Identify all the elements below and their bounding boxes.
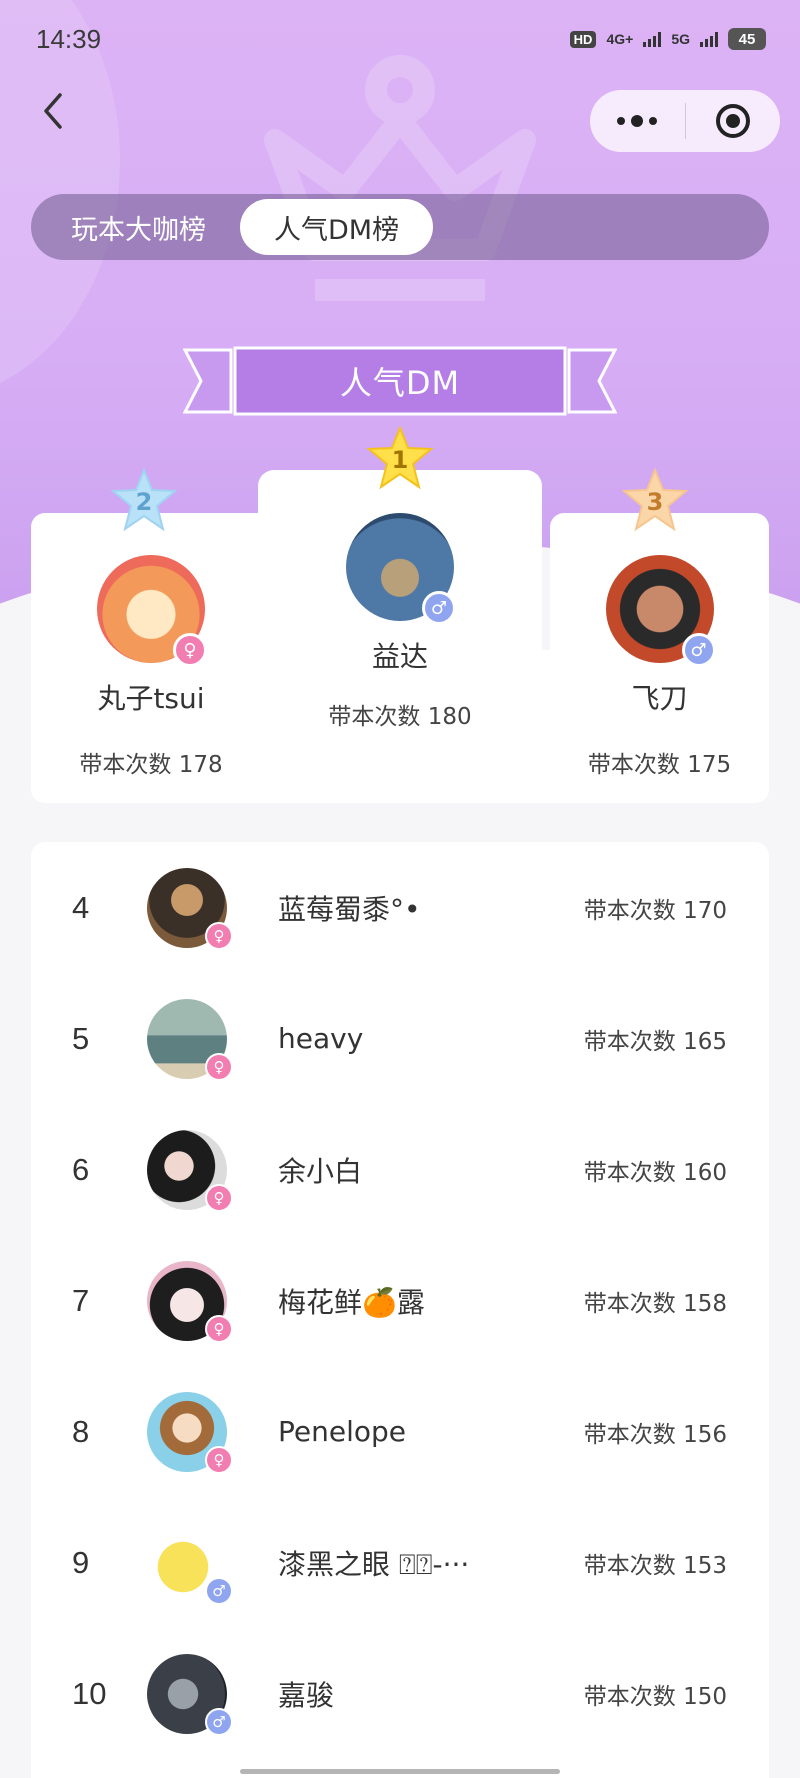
podium-name: 丸子tsui [97, 682, 205, 715]
rank-number: 10 [72, 1675, 107, 1711]
podium-count: 带本次数 178 [79, 752, 223, 778]
home-indicator[interactable] [240, 1769, 560, 1774]
rank-3-star-icon: 3 [621, 468, 689, 532]
rank-number: 8 [72, 1413, 90, 1449]
avatar[interactable]: ♂ [346, 513, 456, 625]
tab-player-ranking[interactable]: 玩本大咖榜 [37, 199, 240, 255]
dm-name: 嘉骏 [278, 1678, 335, 1712]
list-item[interactable]: 5 ♀ heavy 带本次数 165 [31, 973, 769, 1104]
podium-entry-rank-3: ♂ 飞刀 带本次数 175 [550, 555, 769, 779]
podium-count: 带本次数 180 [328, 704, 472, 730]
close-miniprogram-button[interactable] [686, 90, 781, 152]
male-gender-icon: ♂ [205, 1576, 233, 1605]
list-item[interactable]: 7 ♀ 梅花鲜🍊露 带本次数 158 [31, 1235, 769, 1366]
more-dots-icon [617, 115, 658, 127]
session-count: 带本次数 158 [583, 1290, 727, 1317]
ribbon-title: 人气DM [339, 364, 461, 402]
status-bar: 14:39 HD 4G+ 5G 45 [0, 0, 800, 78]
ranking-list: 4 ♀ 蓝莓蜀黍°• 带本次数 170 5 ♀ heavy 带本次数 165 6… [31, 842, 769, 1778]
rank-number: 4 [72, 889, 90, 925]
list-item[interactable]: 8 ♀ Penelope 带本次数 156 [31, 1366, 769, 1497]
female-gender-icon: ♀ [205, 1445, 233, 1474]
avatar[interactable]: ♂ [147, 1522, 233, 1605]
dm-name: 漆黑之眼 ⍰⍰-··· [278, 1547, 470, 1581]
dm-name: 余小白 [278, 1154, 363, 1188]
avatar[interactable]: ♀ [147, 998, 233, 1081]
dm-name: Penelope [278, 1415, 406, 1448]
back-button[interactable] [30, 88, 76, 134]
avatar[interactable]: ♂ [147, 1653, 233, 1736]
male-gender-icon: ♂ [681, 633, 716, 667]
podium-count: 带本次数 175 [587, 752, 732, 778]
avatar[interactable]: ♀ [97, 555, 207, 667]
chevron-left-icon [44, 93, 62, 129]
battery-icon: 45 [728, 28, 766, 50]
list-item[interactable]: 10 ♂ 嘉骏 带本次数 150 [31, 1628, 769, 1759]
status-time: 14:39 [36, 23, 102, 54]
podium-entry-rank-1: ♂ 益达 带本次数 180 [258, 513, 542, 731]
list-item[interactable]: 4 ♀ 蓝莓蜀黍°• 带本次数 170 [31, 842, 769, 973]
dm-name: 蓝莓蜀黍°• [278, 892, 421, 926]
rank-1-number: 1 [392, 446, 409, 474]
session-count: 带本次数 150 [583, 1683, 727, 1710]
podium-entry-rank-2: ♀ 丸子tsui 带本次数 178 [31, 555, 271, 779]
leaderboard-tabs: 玩本大咖榜 人气DM榜 [31, 194, 769, 260]
avatar[interactable]: ♀ [147, 867, 233, 950]
rank-number: 9 [72, 1544, 90, 1580]
avatar[interactable]: ♂ [605, 555, 716, 667]
male-gender-icon: ♂ [422, 591, 456, 625]
miniprogram-capsule [590, 90, 780, 152]
female-gender-icon: ♀ [205, 1052, 233, 1081]
dm-name: 梅花鲜🍊露 [278, 1285, 425, 1319]
female-gender-icon: ♀ [205, 1183, 233, 1212]
avatar[interactable]: ♀ [147, 1391, 233, 1474]
rank-2-star-icon: 2 [110, 468, 178, 532]
female-gender-icon: ♀ [205, 1314, 233, 1343]
rank-1-star-icon: 1 [366, 426, 434, 490]
session-count: 带本次数 165 [583, 1028, 727, 1055]
session-count: 带本次数 170 [583, 897, 727, 924]
signal-bars-icon [643, 31, 662, 47]
podium-name: 益达 [371, 640, 428, 673]
target-close-icon [715, 104, 750, 138]
female-gender-icon: ♀ [173, 633, 207, 667]
session-count: 带本次数 160 [583, 1159, 727, 1186]
rank-3-number: 3 [647, 488, 664, 516]
tab-popular-dm[interactable]: 人气DM榜 [240, 199, 434, 255]
signal-bars-icon [700, 31, 718, 47]
session-count: 带本次数 153 [583, 1552, 727, 1579]
avatar[interactable]: ♀ [147, 1129, 233, 1212]
rank-number: 5 [72, 1020, 90, 1056]
more-button[interactable] [590, 90, 685, 152]
ribbon-banner: 人气DM [182, 346, 618, 416]
list-item[interactable]: 6 ♀ 余小白 带本次数 160 [31, 1104, 769, 1235]
status-icons: HD 4G+ 5G 45 [569, 28, 766, 50]
list-item[interactable]: 9 ♂ 漆黑之眼 ⍰⍰-··· 带本次数 153 [31, 1497, 769, 1628]
crown-watermark-icon [264, 55, 536, 301]
rank-2-number: 2 [136, 488, 153, 516]
session-count: 带本次数 156 [583, 1421, 727, 1448]
network-4g-label: 4G+ [606, 31, 634, 47]
male-gender-icon: ♂ [205, 1707, 233, 1736]
rank-number: 7 [72, 1282, 90, 1318]
podium-name: 飞刀 [631, 682, 688, 715]
female-gender-icon: ♀ [205, 921, 233, 950]
dm-name: heavy [278, 1022, 364, 1055]
network-5g-label: 5G [671, 31, 690, 47]
rank-number: 6 [72, 1151, 90, 1187]
hd-icon: HD [569, 30, 597, 48]
avatar[interactable]: ♀ [147, 1260, 233, 1343]
